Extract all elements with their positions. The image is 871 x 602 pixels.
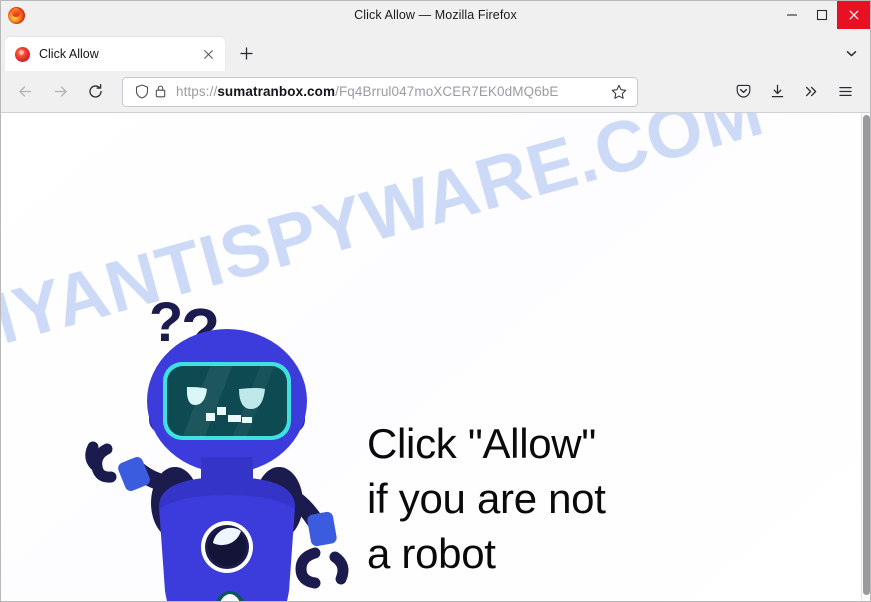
window-controls xyxy=(777,1,870,29)
reload-button[interactable] xyxy=(79,77,111,107)
url-host: sumatranbox.com xyxy=(217,84,336,99)
pocket-icon[interactable] xyxy=(726,77,760,107)
download-icon[interactable] xyxy=(760,77,794,107)
url-text[interactable]: https://sumatranbox.com/Fq4Brrul047moXCE… xyxy=(176,84,607,99)
tab-strip: Click Allow xyxy=(1,30,870,71)
back-button[interactable] xyxy=(9,77,41,107)
page-scrollbar[interactable] xyxy=(861,113,870,601)
minimize-button[interactable] xyxy=(777,1,807,29)
address-bar[interactable]: https://sumatranbox.com/Fq4Brrul047moXCE… xyxy=(122,76,638,107)
tab-favicon-icon xyxy=(15,46,30,62)
hamburger-menu-icon[interactable] xyxy=(828,77,862,107)
title-bar: Click Allow — Mozilla Firefox xyxy=(1,1,870,30)
scam-page-content: MYANTISPYWARE.COM ? ? Click "Allow" if y… xyxy=(1,113,861,601)
firefox-logo-icon xyxy=(8,6,25,24)
window-title: Click Allow — Mozilla Firefox xyxy=(354,8,517,22)
shield-icon[interactable] xyxy=(132,84,151,99)
list-all-tabs-button[interactable] xyxy=(836,38,866,68)
url-path: /Fq4Brrul047moXCER7EK0dMQ6bE xyxy=(335,84,559,99)
lock-icon[interactable] xyxy=(151,84,170,99)
firefox-window: Click Allow — Mozilla Firefox Click Allo… xyxy=(0,0,871,602)
new-tab-button[interactable] xyxy=(231,38,261,68)
tab-close-icon[interactable] xyxy=(198,44,218,64)
tab-click-allow[interactable]: Click Allow xyxy=(5,37,225,71)
bookmark-star-icon[interactable] xyxy=(607,84,631,100)
close-button[interactable] xyxy=(837,1,870,29)
page-headline: Click "Allow" if you are not a robot xyxy=(367,420,606,577)
confused-robot-illustration: ? ? xyxy=(63,281,375,601)
maximize-button[interactable] xyxy=(807,1,837,29)
overflow-menu-icon[interactable] xyxy=(794,77,828,107)
browser-viewport: MYANTISPYWARE.COM ? ? Click "Allow" if y… xyxy=(1,113,870,601)
tab-label: Click Allow xyxy=(39,47,99,61)
url-scheme: https:// xyxy=(176,84,218,99)
navigation-toolbar: https://sumatranbox.com/Fq4Brrul047moXCE… xyxy=(1,71,870,113)
scrollbar-thumb[interactable] xyxy=(863,115,870,595)
forward-button[interactable] xyxy=(44,77,76,107)
svg-text:?: ? xyxy=(149,290,183,353)
toolbar-right-actions xyxy=(726,77,862,107)
